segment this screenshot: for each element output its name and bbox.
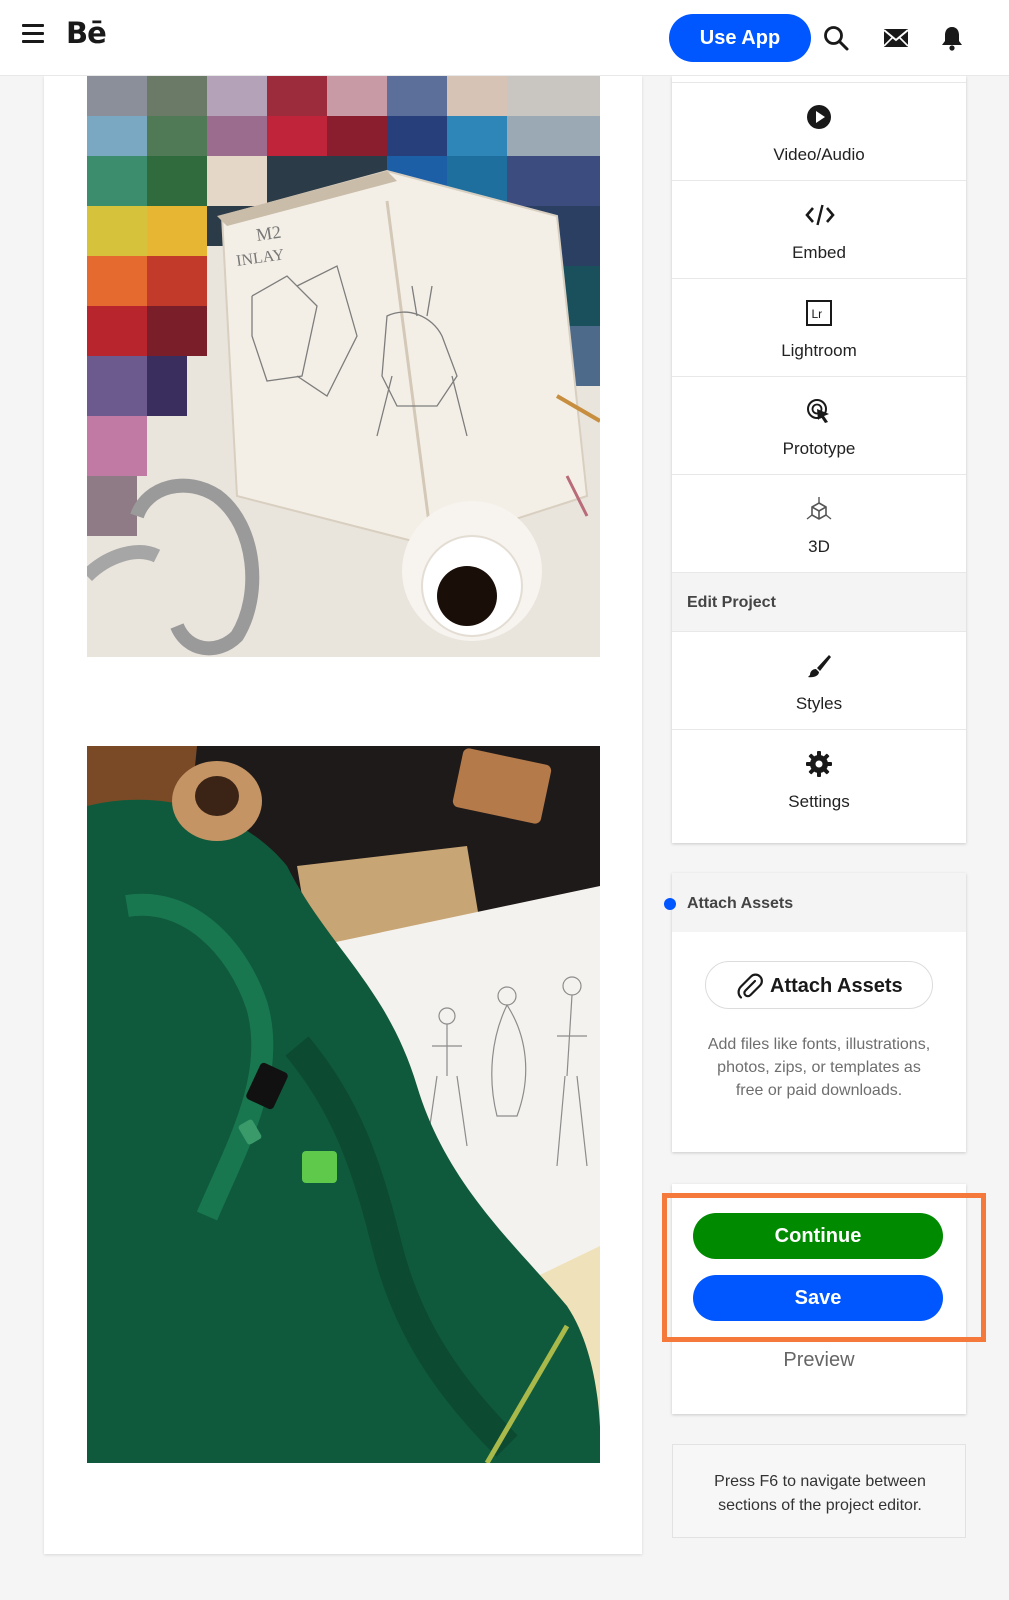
project-canvas[interactable]: M2 INLAY bbox=[44, 76, 642, 1554]
tool-prototype[interactable]: Prototype bbox=[672, 376, 966, 476]
search-icon[interactable] bbox=[822, 24, 850, 52]
tool-label: Settings bbox=[788, 792, 850, 811]
gear-icon bbox=[805, 750, 833, 778]
behance-logo[interactable]: Bē bbox=[66, 16, 107, 50]
bell-icon[interactable] bbox=[938, 24, 966, 52]
tool-label: Lightroom bbox=[781, 341, 857, 360]
edit-project-header: Edit Project bbox=[672, 572, 966, 632]
tool-video-audio[interactable]: Video/Audio bbox=[672, 82, 966, 182]
attach-assets-button-label: Attach Assets bbox=[770, 975, 903, 997]
tool-settings[interactable]: Settings bbox=[672, 729, 966, 829]
tool-label: Styles bbox=[795, 694, 843, 713]
use-app-button[interactable]: Use App bbox=[669, 14, 811, 62]
tool-3d[interactable]: 3D bbox=[672, 474, 966, 574]
paperclip-icon bbox=[736, 972, 764, 1000]
brush-icon bbox=[805, 652, 833, 680]
tool-embed[interactable]: Embed bbox=[672, 180, 966, 280]
preview-link[interactable]: Preview bbox=[672, 1349, 966, 1372]
svg-text:Lr: Lr bbox=[812, 307, 823, 321]
save-button[interactable]: Save bbox=[693, 1275, 943, 1321]
tool-lightroom[interactable]: Lr Lightroom bbox=[672, 278, 966, 378]
keyboard-hint-text: Press F6 to navigate between sections of… bbox=[714, 1473, 926, 1514]
edit-project-title: Edit Project bbox=[687, 594, 776, 611]
attach-assets-description: Add files like fonts, illustrations, pho… bbox=[707, 1036, 931, 1099]
svg-text:M2: M2 bbox=[255, 222, 283, 245]
project-image-fabric-swatches-sketchbook[interactable]: M2 INLAY bbox=[87, 76, 600, 657]
project-image-green-velvet-fashion-sketches[interactable] bbox=[87, 746, 600, 1463]
keyboard-hint-box: Press F6 to navigate between sections of… bbox=[672, 1444, 966, 1538]
publish-actions-panel: Continue Save Preview bbox=[672, 1184, 966, 1414]
add-content-panel: Video/Audio Embed Lr Lightroom Prototype… bbox=[672, 76, 966, 843]
attach-assets-panel: Attach Assets Attach Assets Add files li… bbox=[664, 873, 966, 1152]
attach-assets-title: Attach Assets bbox=[687, 895, 794, 912]
continue-button[interactable]: Continue bbox=[693, 1213, 943, 1259]
tool-label: Prototype bbox=[782, 439, 856, 458]
cursor-click-icon bbox=[805, 397, 833, 425]
tool-styles[interactable]: Styles bbox=[672, 631, 966, 731]
tool-label: 3D bbox=[808, 537, 830, 556]
lightroom-icon: Lr bbox=[805, 299, 833, 327]
top-navigation-bar: Bē Use App bbox=[0, 0, 1009, 76]
attach-assets-header: Attach Assets bbox=[664, 873, 966, 932]
code-icon bbox=[805, 201, 835, 229]
cube-icon bbox=[805, 495, 833, 523]
tool-label: Embed bbox=[792, 243, 846, 262]
tool-label: Video/Audio bbox=[773, 145, 865, 164]
attach-assets-button[interactable]: Attach Assets bbox=[705, 961, 933, 1009]
menu-icon[interactable] bbox=[22, 24, 46, 48]
status-dot-icon bbox=[664, 898, 676, 910]
mail-icon[interactable] bbox=[882, 24, 910, 52]
play-icon bbox=[805, 103, 833, 131]
